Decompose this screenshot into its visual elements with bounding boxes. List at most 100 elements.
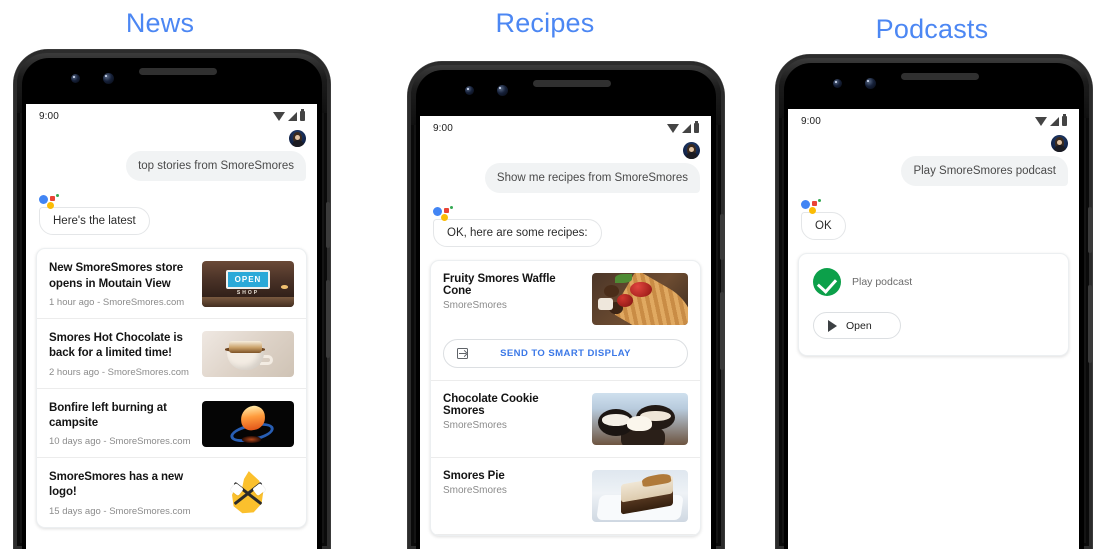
news-list-item[interactable]: New SmoreSmores store opens in Moutain V… <box>37 249 306 318</box>
list-divider <box>431 534 700 536</box>
recipe-item-thumbnail-chocolate-cookie <box>592 393 688 446</box>
phone-screen-news: 9:00 top stories from SmoreSmores Here's… <box>26 104 317 549</box>
status-clock: 9:00 <box>433 122 453 134</box>
screenshot-stage: News 9:00 top stories from SmoreSmores H… <box>0 0 1102 549</box>
account-row <box>26 128 317 147</box>
podcast-result-card: Play podcast Open <box>798 253 1069 357</box>
news-item-title: SmoreSmores has a new logo! <box>49 471 184 499</box>
open-button-label: Open <box>846 319 872 332</box>
news-item-thumbnail-bonfire <box>202 400 294 447</box>
power-button[interactable] <box>720 214 724 260</box>
recipe-list-item[interactable]: Chocolate Cookie Smores SmoreSmores <box>431 381 700 457</box>
status-clock: 9:00 <box>39 110 59 122</box>
wifi-icon <box>1035 116 1047 126</box>
front-camera-icon <box>465 86 474 95</box>
volume-button[interactable] <box>1088 285 1092 363</box>
user-message-bubble: Play SmoreSmores podcast <box>901 156 1068 187</box>
power-button[interactable] <box>1088 207 1092 253</box>
column-title-news: News <box>125 8 195 38</box>
recipe-item-title: Chocolate Cookie Smores <box>443 393 539 418</box>
open-button[interactable]: Open <box>813 312 901 340</box>
podcast-result-label: Play podcast <box>852 276 913 289</box>
status-bar: 9:00 <box>420 116 711 140</box>
news-item-title: New SmoreSmores store opens in Moutain V… <box>49 262 184 290</box>
wifi-icon <box>667 123 679 133</box>
status-bar: 9:00 <box>26 104 317 128</box>
front-camera-icon <box>71 74 80 83</box>
recipe-item-title: Fruity Smores Waffle Cone <box>443 273 556 298</box>
power-button[interactable] <box>326 202 330 248</box>
account-row <box>420 140 711 159</box>
recipe-list-item[interactable]: Smores Pie SmoreSmores <box>431 458 700 534</box>
assistant-message-bubble: OK <box>801 212 846 241</box>
google-assistant-icon <box>39 194 61 210</box>
volume-button[interactable] <box>326 280 330 358</box>
status-icons <box>273 109 305 121</box>
phone-screen-podcasts: 9:00 Play SmoreSmores podcast OK Play po… <box>788 109 1079 549</box>
news-item-meta: 1 hour ago - SmoreSmores.com <box>49 296 185 308</box>
google-assistant-icon <box>433 206 455 222</box>
cellular-signal-icon <box>1050 116 1059 126</box>
recipe-item-source: SmoreSmores <box>443 485 507 497</box>
recipe-item-source: SmoreSmores <box>443 420 507 432</box>
column-title-recipes: Recipes <box>495 8 595 38</box>
phone-screen-recipes: 9:00 Show me recipes from SmoreSmores OK… <box>420 116 711 549</box>
account-row <box>788 133 1079 152</box>
status-icons <box>667 121 699 133</box>
recipe-item-thumbnail-smores-pie <box>592 470 688 523</box>
front-camera-secondary-icon <box>865 78 876 89</box>
phone-recipes: 9:00 Show me recipes from SmoreSmores OK… <box>408 62 724 549</box>
news-list-item[interactable]: Bonfire left burning at campsite 10 days… <box>37 387 306 458</box>
recipe-item-title: Smores Pie <box>443 470 505 483</box>
cellular-signal-icon <box>288 111 297 121</box>
volume-button[interactable] <box>720 292 724 370</box>
recipe-results-card: Fruity Smores Waffle Cone SmoreSmores SE… <box>430 260 701 537</box>
avatar[interactable] <box>683 142 700 159</box>
assistant-block: Here's the latest <box>26 194 317 236</box>
news-item-title: Smores Hot Chocolate is back for a limit… <box>49 331 183 360</box>
news-results-card: New SmoreSmores store opens in Moutain V… <box>36 248 307 528</box>
news-item-meta: 10 days ago - SmoreSmores.com <box>49 436 191 448</box>
earpiece-speaker <box>139 68 217 75</box>
recipe-list-item[interactable]: Fruity Smores Waffle Cone SmoreSmores <box>431 261 700 337</box>
cast-send-icon <box>457 348 468 360</box>
status-bar: 9:00 <box>788 109 1079 133</box>
play-icon <box>828 319 837 332</box>
status-icons <box>1035 114 1067 126</box>
user-message-bubble: top stories from SmoreSmores <box>126 151 306 182</box>
success-check-icon <box>813 268 841 297</box>
news-item-title: Bonfire left burning at campsite <box>49 401 167 429</box>
send-to-smart-display-button[interactable]: SEND TO SMART DISPLAY <box>443 339 688 369</box>
user-message-bubble: Show me recipes from SmoreSmores <box>484 163 700 194</box>
earpiece-speaker <box>533 80 611 87</box>
phone-news: 9:00 top stories from SmoreSmores Here's… <box>14 50 330 549</box>
smoresmores-flame-logo-icon <box>228 471 268 515</box>
news-item-thumbnail-smoresmores-logo <box>202 470 294 517</box>
news-item-meta: 15 days ago - SmoreSmores.com <box>49 505 191 517</box>
news-item-meta: 2 hours ago - SmoreSmores.com <box>49 366 189 378</box>
avatar[interactable] <box>289 130 306 147</box>
front-camera-secondary-icon <box>103 73 114 84</box>
avatar[interactable] <box>1051 135 1068 152</box>
earpiece-speaker <box>901 73 979 80</box>
assistant-message-bubble: OK, here are some recipes: <box>433 219 602 248</box>
battery-icon <box>694 121 699 133</box>
cellular-signal-icon <box>682 123 691 133</box>
battery-icon <box>300 109 305 121</box>
news-list-item[interactable]: SmoreSmores has a new logo! 15 days ago … <box>37 457 306 527</box>
news-item-thumbnail-open-shop-sign: OPEN SHOP <box>202 261 294 308</box>
recipe-item-thumbnail-waffle-cone <box>592 273 688 326</box>
assistant-block: OK, here are some recipes: <box>420 206 711 248</box>
column-title-podcasts: Podcasts <box>875 14 989 44</box>
phone-podcasts: 9:00 Play SmoreSmores podcast OK Play po… <box>776 55 1092 549</box>
google-assistant-icon <box>801 199 823 215</box>
recipe-item-source: SmoreSmores <box>443 300 507 312</box>
front-camera-secondary-icon <box>497 85 508 96</box>
podcast-status-row: Play podcast <box>813 268 1054 297</box>
news-item-thumbnail-hot-chocolate <box>202 330 294 377</box>
send-to-smart-display-label: SEND TO SMART DISPLAY <box>500 348 631 360</box>
status-clock: 9:00 <box>801 115 821 127</box>
battery-icon <box>1062 114 1067 126</box>
news-list-item[interactable]: Smores Hot Chocolate is back for a limit… <box>37 317 306 388</box>
wifi-icon <box>273 111 285 121</box>
